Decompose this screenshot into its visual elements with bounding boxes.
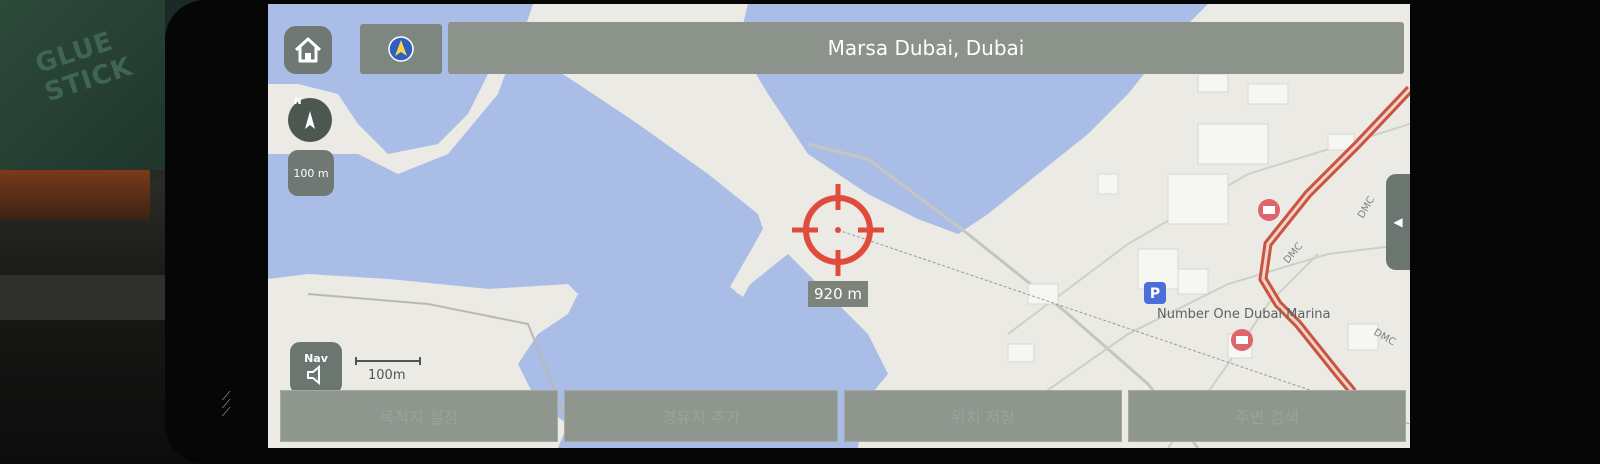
navigation-screen: P DMC DMC DMC Marsa Dubai, Dubai N 100 m… (268, 4, 1410, 448)
compass-icon (305, 111, 315, 129)
nearby-search-label: 주변 검색 (1235, 408, 1299, 427)
svg-text:P: P (1150, 286, 1160, 302)
side-panel-toggle[interactable]: ◀ (1386, 174, 1410, 270)
set-destination-button[interactable]: 목적지 설정 (280, 390, 558, 442)
poi-name-label: Number One Dubai Marina (1157, 307, 1331, 322)
parking-icon[interactable]: P (1144, 282, 1166, 304)
compass-north-label: N (294, 97, 302, 107)
chevron-left-icon: ◀ (1393, 215, 1403, 229)
speaker-icon (307, 364, 320, 385)
zoom-level-button[interactable]: 100 m (288, 150, 334, 196)
gps-arrow-icon (388, 36, 414, 62)
save-location-label: 위치 저장 (951, 408, 1015, 427)
map-scale-label: 100m (368, 368, 406, 383)
save-location-button[interactable]: 위치 저장 (844, 390, 1122, 442)
home-icon (294, 37, 322, 63)
poi-marker-top[interactable] (1258, 199, 1280, 221)
current-position-button[interactable] (360, 24, 442, 74)
bezel-marks: ⟋ ⟋ ⟋ (222, 389, 231, 419)
location-title: Marsa Dubai, Dubai (827, 36, 1025, 60)
nav-label: Nav (304, 351, 328, 365)
add-waypoint-label: 경유지 추가 (661, 408, 741, 427)
cursor-distance-label: 920 m (808, 281, 868, 307)
zoom-level-label: 100 m (293, 166, 329, 180)
add-waypoint-button[interactable]: 경유지 추가 (564, 390, 838, 442)
set-destination-label: 목적지 설정 (379, 408, 459, 427)
poi-marker-bottom[interactable] (1231, 329, 1253, 351)
map-scale-bar (355, 357, 421, 365)
nav-volume-button[interactable]: Nav (290, 342, 342, 394)
glue-stick-label: GLUE STICK (31, 26, 137, 109)
ledge (0, 170, 150, 220)
glue-stick-box: GLUE STICK (0, 0, 165, 170)
shelf (0, 275, 175, 320)
home-button[interactable] (284, 26, 332, 74)
location-title-bar: Marsa Dubai, Dubai (448, 22, 1404, 74)
nearby-search-button[interactable]: 주변 검색 (1128, 390, 1406, 442)
